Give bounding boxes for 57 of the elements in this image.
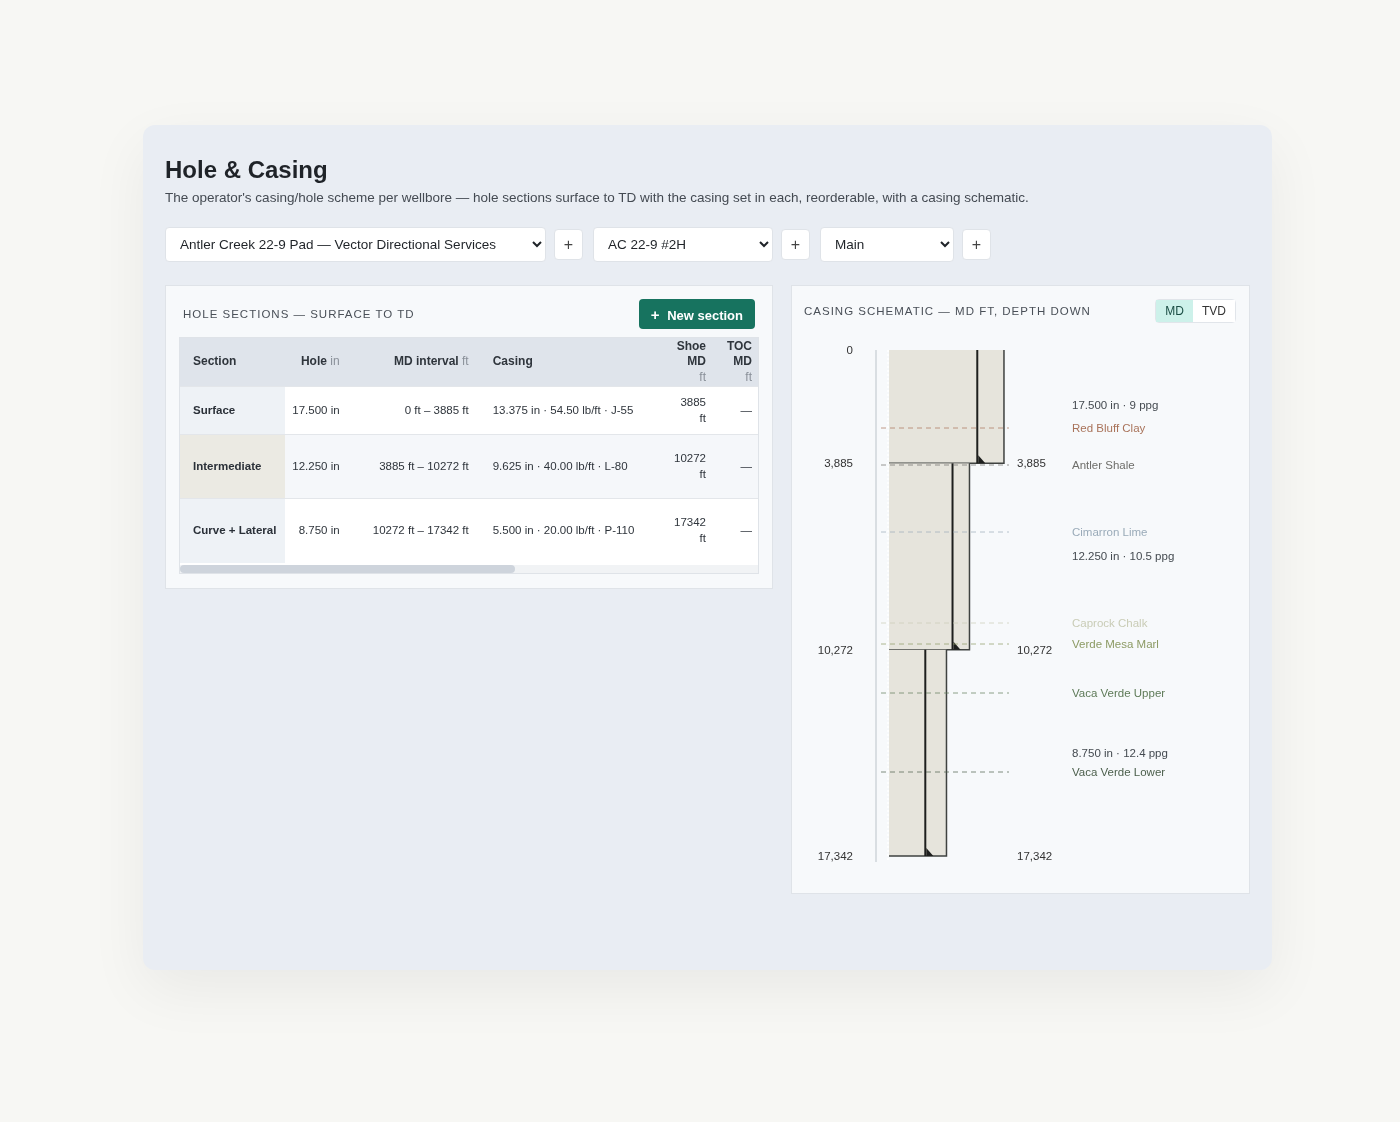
table-cell: —	[711, 498, 758, 563]
hole-mud-label: 8.750 in · 12.4 ppg	[1072, 747, 1168, 759]
scroll-thumb[interactable]	[180, 564, 516, 573]
depth-label: 10,272	[817, 643, 853, 656]
formation-label: Cimarron Lime	[1072, 526, 1148, 538]
table-cell: 10272 ft – 17342 ft	[345, 498, 475, 563]
add-button[interactable]: +	[554, 229, 583, 260]
formation-label: Vaca Verde Upper	[1072, 687, 1166, 699]
panel-title: CASING SCHEMATIC — MD FT, DEPTH DOWN	[804, 305, 1091, 317]
hole-mud-label: 12.250 in · 10.5 ppg	[1072, 550, 1175, 562]
table-cell: 10272 ft	[665, 434, 712, 499]
depth-label: 17,342	[817, 850, 853, 862]
add-button[interactable]: +	[781, 229, 810, 260]
unit-label: in	[330, 354, 340, 369]
table-cell: Curve + Lateral	[180, 498, 286, 563]
formation-label: Caprock Chalk	[1072, 617, 1148, 629]
table-row[interactable]: Surface 17.500 in 0 ft – 3885 ft 13.375 in · 54.50 lb/ft · J-55 3885 ft —	[180, 386, 758, 435]
column-header: Section	[193, 354, 237, 370]
scrollbar[interactable]	[180, 564, 758, 573]
table-row[interactable]: Curve + Lateral 8.750 in 10272 ft – 17342 ft 5.500 in · 20.00 lb/ft · P-110 17342 ft —	[180, 498, 758, 563]
page-description: The operator's casing/hole scheme per wellbore — hole sections surface to TD with the casing set in each, reorderable, with a casing schematic.	[165, 190, 1030, 205]
table-cell: Surface	[180, 386, 286, 435]
table-cell: 5.500 in · 20.00 lb/ft · P-110	[474, 498, 666, 563]
depth-label: 0	[846, 344, 853, 356]
page-title: Hole & Casing	[165, 156, 329, 184]
table-cell: 9.625 in · 40.00 lb/ft · L-80	[474, 434, 666, 499]
formation-label: Vaca Verde Lower	[1072, 766, 1166, 778]
panel-title: HOLE SECTIONS — SURFACE TO TD	[183, 308, 415, 320]
formation-label: Red Bluff Clay	[1072, 422, 1146, 434]
add-button[interactable]: +	[962, 229, 991, 260]
formation-label: Antler Shale	[1072, 459, 1135, 471]
depth-label: 3,885	[824, 457, 853, 470]
table-cell: 17342 ft	[665, 498, 712, 563]
unit-label: ft	[462, 354, 469, 369]
table-row[interactable]: Intermediate 12.250 in 3885 ft – 10272 ft 9.625 in · 40.00 lb/ft · L-80 10272 ft —	[180, 434, 758, 499]
pad-select[interactable]: Antler Creek 22-9 Pad — Vector Directional Services	[165, 227, 546, 262]
well-select[interactable]: AC 22-9 #2H	[593, 227, 773, 262]
wellbore-select[interactable]: Main	[820, 227, 954, 262]
hole-mud-label: 17.500 in · 9 ppg	[1072, 399, 1159, 411]
table-cell: 3885 ft – 10272 ft	[345, 434, 475, 499]
table-cell: 12.250 in	[285, 434, 346, 499]
formation-label: Verde Mesa Marl	[1072, 638, 1159, 650]
unit-label: ft	[699, 369, 706, 384]
table-cell: Intermediate	[180, 434, 286, 499]
depth-label: 17,342	[1017, 850, 1053, 862]
column-header: Shoe MD	[675, 338, 706, 370]
depth-label: 10,272	[1017, 643, 1053, 656]
column-header: Hole	[300, 354, 327, 370]
column-header: TOC MD	[725, 338, 752, 370]
depth-label: 3,885	[1017, 457, 1046, 470]
unit-label: ft	[745, 369, 752, 384]
new-section-button[interactable]: + New section	[638, 299, 755, 329]
column-header: MD interval	[394, 354, 459, 370]
table-cell: 8.750 in	[285, 498, 346, 563]
column-header: Casing	[492, 354, 533, 370]
mode-toggle[interactable]: MD	[1156, 300, 1193, 322]
table-cell: —	[711, 434, 758, 499]
